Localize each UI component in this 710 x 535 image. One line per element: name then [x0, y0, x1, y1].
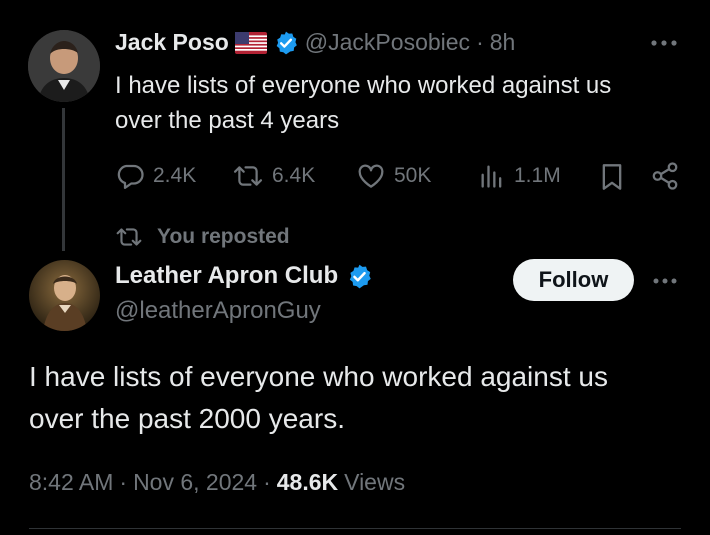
repost-button[interactable]: 6.4K [232, 161, 315, 191]
separator: · [263, 469, 271, 495]
author-handle[interactable]: @JackPosobiec [305, 29, 470, 56]
tweet-date[interactable]: Nov 6, 2024 [133, 469, 257, 496]
main-tweet-text: I have lists of everyone who worked agai… [29, 356, 608, 440]
tweet-text-line: over the past 2000 years. [29, 403, 345, 434]
main-tweet-author: Leather Apron Club [115, 262, 373, 290]
views-label: Views [344, 469, 406, 495]
tweet-time[interactable]: 8:42 AM [29, 469, 113, 496]
author-handle[interactable]: @leatherApronGuy [115, 297, 321, 325]
more-icon[interactable] [650, 38, 678, 48]
follow-button[interactable]: Follow [513, 259, 634, 301]
share-icon[interactable] [650, 161, 680, 191]
views-count: 48.6K [276, 469, 339, 495]
tweet-text-line: over the past 4 years [115, 107, 340, 134]
repost-count: 6.4K [272, 164, 316, 187]
tweet-text-line: I have lists of everyone who worked agai… [115, 72, 612, 99]
author-name[interactable]: Jack Poso [115, 29, 229, 56]
like-button[interactable]: 50K [356, 161, 431, 191]
repost-label: You reposted [157, 225, 290, 248]
avatar-leather-apron-club[interactable] [29, 260, 100, 331]
verified-badge-icon [346, 263, 373, 290]
reply-button[interactable]: 2.4K [115, 161, 196, 191]
verified-badge-icon [273, 30, 299, 56]
author-name[interactable]: Leather Apron Club [115, 262, 338, 290]
reply-count: 2.4K [153, 164, 197, 187]
divider [29, 528, 681, 529]
tweet-time[interactable]: 8h [490, 29, 516, 56]
repost-icon [115, 224, 143, 250]
parent-tweet-text: I have lists of everyone who worked agai… [115, 68, 611, 138]
like-icon [356, 161, 386, 191]
views-button[interactable]: 1.1M [478, 161, 561, 191]
tweet-text-line: I have lists of everyone who worked agai… [29, 361, 608, 392]
views-icon [478, 161, 506, 191]
like-count: 50K [394, 164, 432, 187]
avatar-jack-poso[interactable] [28, 30, 100, 102]
parent-tweet-header: Jack Poso @JackPosobiec · 8h [115, 29, 515, 56]
separator: · [476, 29, 484, 55]
repost-icon [232, 161, 264, 191]
bookmark-icon[interactable] [598, 161, 626, 193]
thread-line [62, 108, 65, 251]
reply-icon [115, 161, 145, 191]
separator: · [119, 469, 128, 495]
tweet-meta: 8:42 AM · Nov 6, 2024 · 48.6K Views [29, 469, 405, 496]
views-count: 1.1M [514, 164, 561, 187]
repost-indicator[interactable]: You reposted [115, 224, 290, 250]
more-icon[interactable] [652, 276, 678, 286]
follow-button-label: Follow [538, 267, 609, 292]
us-flag-icon [234, 31, 267, 54]
